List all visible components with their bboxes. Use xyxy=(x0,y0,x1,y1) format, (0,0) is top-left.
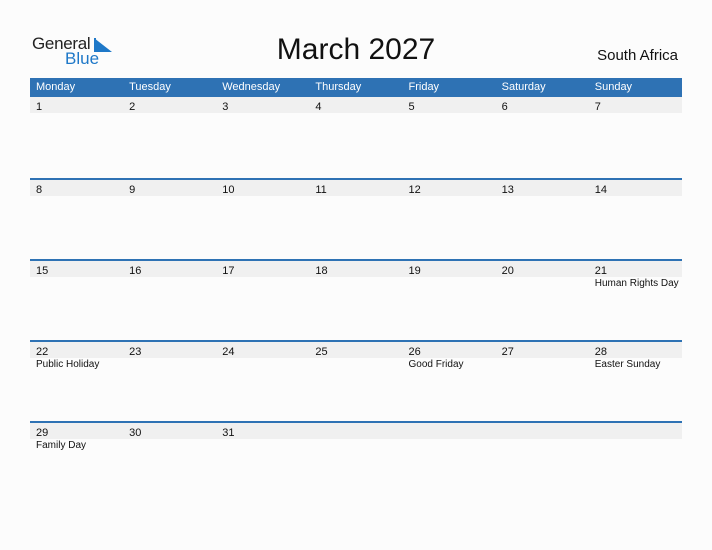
day-cell: 5 xyxy=(403,97,496,113)
week-row: 22 Public Holiday 23 24 25 26 Good Friday 27 28 E… xyxy=(30,340,682,421)
day-number: 9 xyxy=(129,184,136,196)
day-cell: 11 xyxy=(309,180,402,196)
day-cell: 24 xyxy=(216,342,309,358)
day-cell: 19 xyxy=(403,261,496,277)
day-number: 20 xyxy=(501,265,514,277)
day-number: 23 xyxy=(129,346,142,358)
weekday-friday: Friday xyxy=(408,81,440,93)
weekday-saturday: Saturday xyxy=(501,81,546,93)
day-number: 12 xyxy=(408,184,421,196)
holiday-label: Family Day xyxy=(36,440,87,451)
day-number: 26 xyxy=(408,346,421,358)
day-cell xyxy=(589,423,682,439)
day-number: 1 xyxy=(36,101,43,113)
day-number: 15 xyxy=(36,265,49,277)
day-cell: 20 xyxy=(496,261,589,277)
holiday-label: Human Rights Day xyxy=(594,278,679,289)
day-number: 18 xyxy=(315,265,328,277)
day-cell: 21 Human Rights Day xyxy=(589,261,682,289)
day-cell: 14 xyxy=(589,180,682,196)
week-row: 15 16 17 18 19 20 21 Human Rights Day xyxy=(30,259,682,340)
day-number: 21 xyxy=(594,265,607,277)
day-number: 17 xyxy=(222,265,235,277)
day-cell: 17 xyxy=(216,261,309,277)
day-number: 31 xyxy=(222,427,235,439)
day-cell: 2 xyxy=(123,97,216,113)
weekday-wednesday: Wednesday xyxy=(222,81,281,93)
day-number: 13 xyxy=(501,184,514,196)
day-number: 6 xyxy=(501,101,508,113)
day-cell xyxy=(403,423,496,439)
day-number: 14 xyxy=(594,184,607,196)
date-band: 8 9 10 11 12 13 14 xyxy=(30,180,682,196)
day-cell: 18 xyxy=(309,261,402,277)
day-number: 8 xyxy=(36,184,43,196)
weekday-tuesday: Tuesday xyxy=(129,81,171,93)
day-cell: 1 xyxy=(30,97,123,113)
day-number: 22 xyxy=(36,346,49,358)
day-cell: 13 xyxy=(496,180,589,196)
weekday-header: Monday Tuesday Wednesday Thursday Friday… xyxy=(30,78,682,97)
country-label: South Africa xyxy=(597,47,678,64)
day-cell: 22 Public Holiday xyxy=(30,342,123,370)
day-number: 5 xyxy=(408,101,415,113)
day-number: 19 xyxy=(408,265,421,277)
weekday-thursday: Thursday xyxy=(315,81,362,93)
day-cell xyxy=(496,423,589,439)
day-cell: 12 xyxy=(403,180,496,196)
weekday-monday: Monday xyxy=(36,81,76,93)
holiday-label: Easter Sunday xyxy=(594,359,661,370)
week-row: 1 2 3 4 5 6 7 xyxy=(30,97,682,178)
week-row: 8 9 10 11 12 13 14 xyxy=(30,178,682,259)
day-cell: 27 xyxy=(496,342,589,358)
day-number: 28 xyxy=(594,346,607,358)
day-number: 3 xyxy=(222,101,229,113)
day-number: 4 xyxy=(315,101,322,113)
day-number: 11 xyxy=(315,184,327,196)
day-number: 24 xyxy=(222,346,235,358)
day-number: 27 xyxy=(501,346,514,358)
day-cell: 3 xyxy=(216,97,309,113)
day-cell xyxy=(309,423,402,439)
day-cell: 6 xyxy=(496,97,589,113)
day-number: 30 xyxy=(129,427,142,439)
day-number: 16 xyxy=(129,265,142,277)
day-number: 7 xyxy=(594,101,601,113)
day-cell: 23 xyxy=(123,342,216,358)
day-cell: 31 xyxy=(216,423,309,439)
holiday-label: Good Friday xyxy=(408,359,464,370)
day-cell: 26 Good Friday xyxy=(403,342,496,370)
date-band: 1 2 3 4 5 6 7 xyxy=(30,97,682,113)
day-number: 10 xyxy=(222,184,235,196)
week-row: 29 Family Day 30 31 xyxy=(30,421,682,502)
weekday-sunday: Sunday xyxy=(594,81,633,93)
day-cell: 7 xyxy=(589,97,682,113)
day-cell: 30 xyxy=(123,423,216,439)
day-number: 29 xyxy=(36,427,49,439)
day-cell: 15 xyxy=(30,261,123,277)
day-cell: 8 xyxy=(30,180,123,196)
day-number: 2 xyxy=(129,101,136,113)
holiday-label: Public Holiday xyxy=(36,359,100,370)
day-cell: 29 Family Day xyxy=(30,423,123,451)
day-cell: 28 Easter Sunday xyxy=(589,342,682,370)
date-band: 29 Family Day 30 31 xyxy=(30,423,682,451)
date-band: 15 16 17 18 19 20 21 Human Rights Day xyxy=(30,261,682,289)
day-cell: 10 xyxy=(216,180,309,196)
day-cell: 25 xyxy=(309,342,402,358)
day-cell: 9 xyxy=(123,180,216,196)
day-cell: 4 xyxy=(309,97,402,113)
calendar-grid: Monday Tuesday Wednesday Thursday Friday… xyxy=(30,78,682,502)
day-cell: 16 xyxy=(123,261,216,277)
day-number: 25 xyxy=(315,346,328,358)
date-band: 22 Public Holiday 23 24 25 26 Good Friday 27 28 E… xyxy=(30,342,682,370)
